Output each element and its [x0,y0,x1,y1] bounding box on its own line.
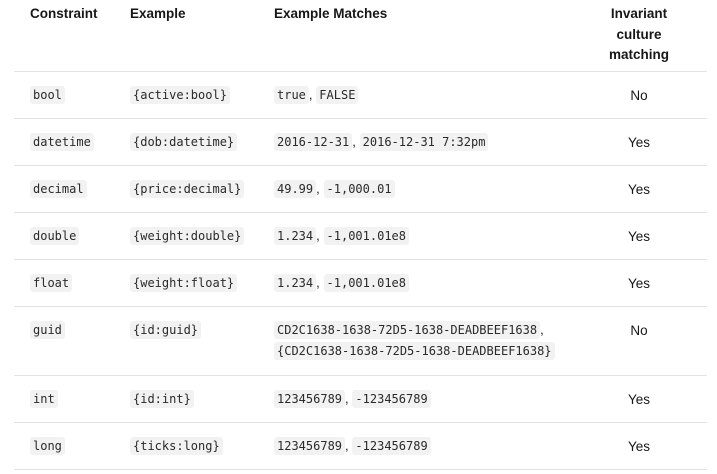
match-code: 2016-12-31 7:32pm [359,132,489,151]
invariant-cell: No [577,71,707,119]
example-cell: {weight:double} [114,212,258,260]
invariant-cell: Yes [577,212,707,260]
matches-cell: CD2C1638-1638-72D5-1638-DEADBEEF1638, {C… [258,306,577,376]
match-code: 2016-12-31 [274,132,353,151]
match-code: -123456789 [352,436,431,455]
header-invariant-culture-matching: Invariant culture matching [577,0,707,72]
example-code: {price:decimal} [130,179,245,198]
table-row: guid {id:guid} CD2C1638-1638-72D5-1638-D… [14,306,707,376]
header-example-matches: Example Matches [258,0,577,72]
match-code: CD2C1638-1638-72D5-1638-DEADBEEF1638 [274,320,541,339]
example-code: {dob:datetime} [130,132,238,151]
table-row: double {weight:double} 1.234, -1,001.01e… [14,212,707,260]
matches-cell: 1.234, -1,001.01e8 [258,259,577,307]
match-code: 1.234 [274,226,317,245]
match-separator: , [308,86,313,102]
example-code: {id:int} [130,389,194,408]
constraint-cell: double [14,212,114,260]
constraint-code: decimal [30,179,87,198]
route-constraints-table: Constraint Example Example Matches Invar… [14,0,707,470]
matches-cell: true, FALSE [258,71,577,119]
constraint-code: double [30,226,80,245]
example-cell: {active:bool} [114,71,258,119]
match-code: -1,000.01 [323,179,395,198]
table-row: int {id:int} 123456789, -123456789 Yes [14,375,707,423]
match-line: CD2C1638-1638-72D5-1638-DEADBEEF1638, [274,320,577,339]
table-row: decimal {price:decimal} 49.99, -1,000.01… [14,165,707,213]
header-invariant-line3: matching [608,47,669,62]
constraint-code: guid [30,320,65,339]
constraint-cell: decimal [14,165,114,213]
table-header-row: Constraint Example Example Matches Invar… [14,0,707,72]
match-code: -123456789 [352,389,431,408]
example-code: {id:guid} [130,320,202,339]
constraint-cell: bool [14,71,114,119]
constraint-cell: long [14,422,114,470]
match-code: 1.234 [274,273,317,292]
invariant-cell: Yes [577,165,707,213]
match-separator: , [345,437,349,453]
match-line: {CD2C1638-1638-72D5-1638-DEADBEEF1638} [274,341,577,360]
header-example: Example [114,0,258,72]
example-cell: {ticks:long} [114,422,258,470]
constraint-code: float [30,273,73,292]
table-row: datetime {dob:datetime} 2016-12-31, 2016… [14,118,707,166]
invariant-cell: No [577,306,707,376]
constraint-code: bool [30,85,65,104]
example-cell: {price:decimal} [114,165,258,213]
header-invariant-line2: culture [616,26,662,42]
constraint-cell: guid [14,306,114,376]
constraint-cell: datetime [14,118,114,166]
example-code: {active:bool} [130,85,230,104]
constraint-code: datetime [30,132,94,151]
match-separator: , [352,133,356,149]
header-invariant-line1: Invariant [610,6,668,21]
constraint-code: int [30,389,58,408]
invariant-cell: Yes [577,259,707,307]
match-code: true [274,85,309,104]
matches-cell: 123456789, -123456789 [258,422,577,470]
match-code: FALSE [316,85,359,104]
example-cell: {id:int} [114,375,258,423]
match-separator: , [345,390,349,406]
match-code: {CD2C1638-1638-72D5-1638-DEADBEEF1638} [274,341,555,360]
example-cell: {id:guid} [114,306,258,376]
table-row: bool {active:bool} true, FALSE No [14,71,707,119]
example-code: {weight:double} [130,226,245,245]
matches-cell: 49.99, -1,000.01 [258,165,577,213]
match-separator: , [316,180,320,196]
example-code: {ticks:long} [130,436,223,455]
match-code: -1,001.01e8 [323,226,409,245]
match-code: 49.99 [274,179,317,198]
constraint-cell: float [14,259,114,307]
invariant-cell: Yes [577,422,707,470]
matches-cell: 1.234, -1,001.01e8 [258,212,577,260]
constraint-code: long [30,436,65,455]
example-code: {weight:float} [130,273,238,292]
table-row: long {ticks:long} 123456789, -123456789 … [14,422,707,470]
match-separator: , [316,274,320,290]
example-cell: {weight:float} [114,259,258,307]
header-constraint: Constraint [14,0,114,72]
matches-cell: 2016-12-31, 2016-12-31 7:32pm [258,118,577,166]
constraint-cell: int [14,375,114,423]
matches-cell: 123456789, -123456789 [258,375,577,423]
invariant-cell: Yes [577,118,707,166]
match-code: 123456789 [274,436,346,455]
match-separator: , [540,321,544,337]
example-cell: {dob:datetime} [114,118,258,166]
match-code: 123456789 [274,389,346,408]
invariant-cell: Yes [577,375,707,423]
match-code: -1,001.01e8 [323,273,409,292]
table-row: float {weight:float} 1.234, -1,001.01e8 … [14,259,707,307]
match-separator: , [316,227,320,243]
